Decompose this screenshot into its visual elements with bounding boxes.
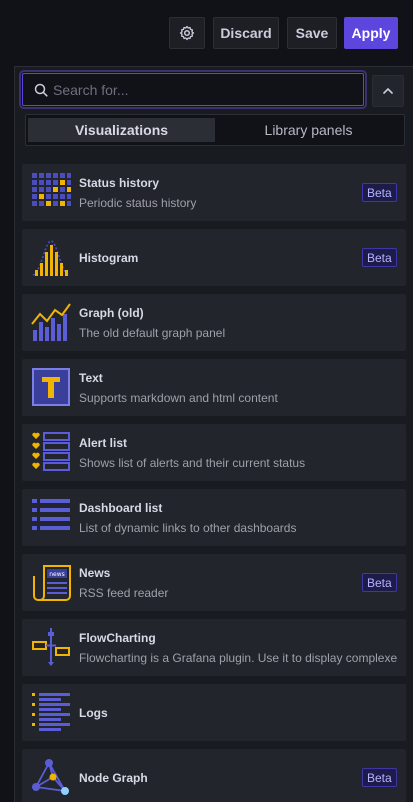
- logs-icon: [32, 693, 70, 731]
- viz-item-histogram[interactable]: Histogram Beta: [22, 229, 406, 286]
- status-history-icon: [32, 173, 71, 206]
- beta-badge: Beta: [362, 768, 397, 787]
- viz-description: Periodic status history: [79, 196, 197, 210]
- viz-title: Dashboard list: [79, 501, 163, 515]
- chevron-up-icon: [383, 87, 393, 94]
- collapse-button[interactable]: [372, 75, 404, 107]
- viz-title: Graph (old): [79, 306, 144, 320]
- dashboard-list-icon: [32, 499, 70, 530]
- beta-badge: Beta: [362, 248, 397, 267]
- save-button[interactable]: Save: [287, 17, 337, 49]
- discard-button[interactable]: Discard: [213, 17, 279, 49]
- viz-description: Supports markdown and html content: [79, 391, 278, 405]
- picker-tabs: Visualizations Library panels: [25, 114, 405, 146]
- viz-item-news[interactable]: news News RSS feed reader Beta: [22, 554, 406, 611]
- apply-button[interactable]: Apply: [344, 17, 398, 49]
- svg-text:news: news: [49, 571, 65, 578]
- viz-title: Alert list: [79, 436, 128, 450]
- viz-item-status-history[interactable]: Status history Periodic status history B…: [22, 164, 406, 221]
- viz-item-dashboard-list[interactable]: Dashboard list List of dynamic links to …: [22, 489, 406, 546]
- viz-title: Logs: [79, 706, 108, 720]
- viz-item-node-graph[interactable]: Node Graph Beta: [22, 749, 406, 802]
- viz-item-text[interactable]: Text Supports markdown and html content: [22, 359, 406, 416]
- node-graph-icon: [32, 759, 69, 795]
- text-icon: [32, 368, 70, 406]
- viz-description: List of dynamic links to other dashboard…: [79, 521, 297, 535]
- viz-description: RSS feed reader: [79, 586, 169, 600]
- graph-icon: [31, 303, 71, 341]
- histogram-icon: [32, 240, 70, 276]
- search-input[interactable]: [53, 74, 353, 105]
- viz-item-alert-list[interactable]: Alert list Shows list of alerts and thei…: [22, 424, 406, 481]
- news-icon: news: [33, 565, 71, 601]
- viz-item-flowcharting[interactable]: FlowCharting Flowcharting is a Grafana p…: [22, 619, 406, 676]
- panel-editor-toolbar: Discard Save Apply: [0, 0, 413, 64]
- beta-badge: Beta: [362, 573, 397, 592]
- viz-item-graph-old[interactable]: Graph (old) The old default graph panel: [22, 294, 406, 351]
- viz-title: Node Graph: [79, 771, 148, 785]
- search-box[interactable]: [22, 73, 364, 106]
- viz-description: Flowcharting is a Grafana plugin. Use it…: [79, 651, 398, 665]
- viz-description: Shows list of alerts and their current s…: [79, 456, 306, 470]
- beta-badge: Beta: [362, 183, 397, 202]
- gear-icon: [179, 25, 195, 41]
- flowcharting-icon: [32, 628, 70, 666]
- viz-item-logs[interactable]: Logs: [22, 684, 406, 741]
- alert-list-icon: [32, 432, 70, 471]
- visualization-picker: Visualizations Library panels Status his…: [14, 66, 413, 802]
- viz-title: FlowCharting: [79, 631, 156, 645]
- viz-title: Status history: [79, 176, 160, 190]
- viz-title: Text: [79, 371, 103, 385]
- viz-title: News: [79, 566, 111, 580]
- viz-title: Histogram: [79, 251, 139, 265]
- tab-library-panels[interactable]: Library panels: [215, 118, 402, 142]
- search-icon: [34, 83, 48, 97]
- settings-button[interactable]: [169, 17, 205, 49]
- viz-description: The old default graph panel: [79, 326, 226, 340]
- tab-visualizations[interactable]: Visualizations: [28, 118, 215, 142]
